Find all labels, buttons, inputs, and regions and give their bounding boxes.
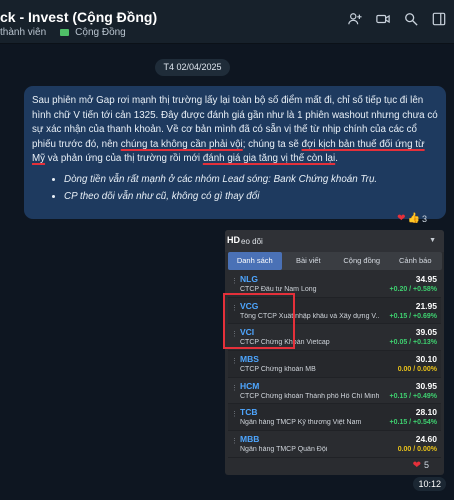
watchlist-row[interactable]: ⋮ TCB Ngân hàng TMCP Kỹ thương Việt Nam 28.… bbox=[228, 404, 441, 432]
video-call-icon[interactable] bbox=[376, 12, 390, 26]
search-icon[interactable] bbox=[404, 12, 418, 26]
chat-subtitle: thành viên Cộng Đồng bbox=[0, 27, 126, 38]
tab-bai-viet[interactable]: Bài viết bbox=[282, 252, 336, 270]
stock-price: 28.10 bbox=[415, 407, 437, 418]
tag-icon bbox=[60, 29, 70, 36]
stock-price: 30.95 bbox=[415, 380, 437, 391]
company-name: Ngân hàng TMCP Quân Đội bbox=[240, 446, 328, 454]
price-change: +0.15 / +0.49% bbox=[389, 392, 437, 400]
watchlist-header: HD eo dõi ▼ bbox=[225, 230, 444, 252]
image-reactions[interactable]: ❤ 5 bbox=[413, 460, 429, 471]
stock-price: 34.95 bbox=[415, 274, 437, 284]
price-change: +0.20 / +0.58% bbox=[389, 286, 437, 293]
price-change: 0.00 / 0.00% bbox=[397, 446, 437, 454]
date-separator: T4 02/04/2025 bbox=[155, 59, 230, 76]
company-name: CTCP Chứng khoán MB bbox=[240, 366, 316, 374]
message-bubble[interactable]: Sau phiên mở Gap rơi mạnh thị trường lấy… bbox=[24, 86, 446, 219]
members-label: thành viên bbox=[0, 27, 47, 38]
bullet-item: Dòng tiền vẫn rất mạnh ở các nhóm Lead s… bbox=[64, 173, 438, 188]
stock-price: 21.95 bbox=[415, 300, 437, 311]
highlight-box bbox=[223, 293, 295, 349]
stock-symbol: TCB bbox=[240, 407, 258, 418]
drag-handle-icon[interactable]: ⋮ bbox=[231, 438, 238, 449]
reaction-count: 3 bbox=[421, 213, 427, 224]
stock-price: 39.05 bbox=[415, 327, 437, 338]
header-actions bbox=[348, 12, 446, 26]
heart-icon: ❤ bbox=[412, 460, 421, 471]
reaction-count: 5 bbox=[423, 460, 429, 470]
stock-symbol: HCM bbox=[240, 380, 260, 391]
company-name: CTCP Đầu tư Nam Long bbox=[240, 286, 317, 293]
company-name: CTCP Chứng khoán Thành phố Hồ Chí Minh bbox=[240, 392, 380, 400]
stock-symbol: NLG bbox=[240, 274, 258, 284]
thumbs-up-icon: 👍 bbox=[407, 213, 420, 224]
drag-handle-icon[interactable]: ⋮ bbox=[231, 385, 238, 396]
message-time: 10:12 bbox=[413, 477, 446, 491]
message-reactions[interactable]: ❤ 👍 3 bbox=[397, 213, 427, 224]
company-name: Ngân hàng TMCP Kỹ thương Việt Nam bbox=[240, 419, 362, 427]
tab-cong-dong[interactable]: Cộng đồng bbox=[335, 252, 389, 270]
chevron-down-icon: ▼ bbox=[429, 237, 436, 244]
price-change: +0.05 / +0.13% bbox=[389, 339, 437, 347]
sidebar-toggle-icon[interactable] bbox=[432, 12, 446, 26]
stock-symbol: MBB bbox=[240, 434, 260, 445]
heart-icon: ❤ bbox=[397, 213, 406, 224]
price-change: +0.15 / +0.54% bbox=[389, 419, 437, 427]
drag-handle-icon[interactable]: ⋮ bbox=[231, 358, 238, 369]
tab-canh-bao[interactable]: Cảnh báo bbox=[389, 252, 443, 270]
chat-title[interactable]: ck - Invest (Cộng Đồng) bbox=[0, 9, 157, 25]
price-change: 0.00 / 0.00% bbox=[397, 366, 437, 374]
message-bullets: Dòng tiền vẫn rất mạnh ở các nhóm Lead s… bbox=[64, 173, 438, 204]
hd-badge: HD bbox=[227, 235, 240, 245]
watchlist-row[interactable]: ⋮ HCM CTCP Chứng khoán Thành phố Hồ Chí Mi… bbox=[228, 378, 441, 405]
drag-handle-icon[interactable]: ⋮ bbox=[231, 411, 238, 422]
watchlist-tabs: Danh sách Bài viết Cộng đồng Cảnh báo bbox=[228, 252, 442, 270]
watchlist-title: eo dõi bbox=[241, 237, 263, 246]
watchlist-row[interactable]: ⋮ MBS CTCP Chứng khoán MB 30.10 0.00 / 0.00% bbox=[228, 351, 441, 378]
watchlist-image[interactable]: HD eo dõi ▼ Danh sách Bài viết Cộng đồng… bbox=[225, 230, 444, 475]
price-change: +0.15 / +0.69% bbox=[389, 312, 437, 320]
stock-symbol: MBS bbox=[240, 354, 259, 365]
watchlist-row[interactable]: ⋮ MBB Ngân hàng TMCP Quân Đội 24.60 0.00 / 0… bbox=[228, 431, 441, 458]
message-paragraph: Sau phiên mở Gap rơi mạnh thị trường lấy… bbox=[32, 95, 438, 165]
drag-handle-icon[interactable]: ⋮ bbox=[231, 278, 238, 289]
bullet-item: CP theo dõi vẫn như cũ, không có gì thay… bbox=[64, 190, 438, 205]
chat-header: ck - Invest (Cộng Đồng) thành viên Cộng … bbox=[0, 0, 454, 44]
tab-danh-sach[interactable]: Danh sách bbox=[228, 252, 282, 270]
add-member-icon[interactable] bbox=[348, 12, 362, 26]
tag-label[interactable]: Cộng Đồng bbox=[75, 27, 126, 38]
stock-price: 24.60 bbox=[415, 434, 437, 445]
stock-price: 30.10 bbox=[415, 354, 437, 365]
